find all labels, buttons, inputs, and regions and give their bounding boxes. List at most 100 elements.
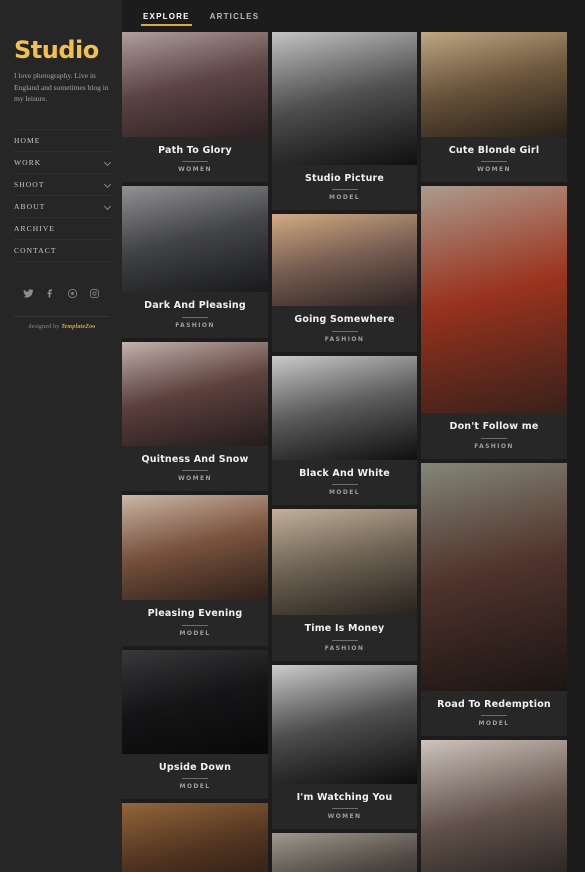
gallery-photo[interactable] xyxy=(272,509,417,616)
gallery-caption: Pleasing Evening MODEL xyxy=(122,600,268,646)
gallery-category[interactable]: MODEL xyxy=(126,783,264,790)
gallery-caption: Studio Picture MODEL xyxy=(272,165,417,211)
gallery-card[interactable]: Going Somewhere FASHION xyxy=(272,214,417,352)
gallery-photo[interactable] xyxy=(122,341,268,446)
gallery-column-2: Studio Picture MODEL Going Somewhere FASHIO… xyxy=(272,32,417,872)
gallery-photo[interactable] xyxy=(272,664,417,784)
gallery-category[interactable]: MODEL xyxy=(126,630,264,637)
gallery-caption: Cute Blonde Girl WOMEN xyxy=(421,137,567,183)
nav-item-archive[interactable]: ARCHIVE xyxy=(14,218,112,240)
nav-item-home[interactable]: HOME xyxy=(14,128,112,152)
design-credit: designed by TemplateZoo xyxy=(14,317,110,330)
gallery-category[interactable]: WOMEN xyxy=(126,475,264,482)
gallery-photo[interactable] xyxy=(122,495,268,601)
site-tagline: I love photography. Live in England and … xyxy=(14,71,109,104)
gallery-caption: Road To Redemption MODEL xyxy=(421,690,567,737)
nav-item-label: HOME xyxy=(14,135,41,145)
gallery-column-1: Path To Glory WOMEN Dark And Pleasing FASHI… xyxy=(122,32,268,872)
gallery-card[interactable]: Waiting For You xyxy=(272,832,417,872)
gallery-photo[interactable] xyxy=(421,462,567,691)
gallery-category[interactable]: WOMEN xyxy=(425,166,563,173)
gallery-caption: Time Is Money FASHION xyxy=(272,615,417,661)
gallery-category[interactable]: FASHION xyxy=(425,443,563,450)
nav-item-about[interactable]: ABOUT xyxy=(14,196,112,218)
gallery-caption: Black And White MODEL xyxy=(272,459,417,506)
nav-item-contact[interactable]: CONTACT xyxy=(14,240,112,262)
gallery-category[interactable]: WOMEN xyxy=(276,813,413,820)
gallery-card[interactable]: Dark And Pleasing FASHION xyxy=(122,186,268,338)
gallery-category[interactable]: MODEL xyxy=(425,720,563,727)
caption-divider xyxy=(481,715,507,717)
gallery-title: Going Somewhere xyxy=(294,314,395,326)
gallery-title: Upside Down xyxy=(158,761,232,773)
gallery-card[interactable]: Pleasing Evening MODEL xyxy=(122,495,268,646)
gallery-title: Path To Glory xyxy=(158,145,232,156)
photo-gallery: Path To Glory WOMEN Dark And Pleasing FASHI… xyxy=(122,32,585,872)
instagram-icon[interactable] xyxy=(88,288,100,300)
gallery-category[interactable]: WOMEN xyxy=(126,166,264,173)
gallery-card[interactable]: I'm Watching You WOMEN xyxy=(272,664,417,829)
gallery-caption: Going Somewhere FASHION xyxy=(272,306,417,352)
caption-divider xyxy=(331,807,358,809)
gallery-caption: I'm Watching You WOMEN xyxy=(272,783,417,829)
caption-divider xyxy=(182,777,208,779)
facebook-icon[interactable] xyxy=(44,288,56,300)
gallery-photo[interactable] xyxy=(421,740,567,872)
gallery-title: I'm Watching You xyxy=(296,791,393,803)
caption-divider xyxy=(481,161,507,163)
gallery-title: Dark And Pleasing xyxy=(144,300,246,312)
gallery-card[interactable]: Upside Down MODEL xyxy=(122,649,268,799)
caption-divider xyxy=(331,330,358,332)
nav-item-shoot[interactable]: SHOOT xyxy=(14,174,112,196)
gallery-card[interactable]: Quitness And Snow WOMEN xyxy=(122,341,268,492)
gallery-caption: Don't Follow me FASHION xyxy=(421,413,567,459)
gallery-photo[interactable] xyxy=(272,214,417,307)
gallery-title: Studio Picture xyxy=(304,173,385,184)
site-logo[interactable]: Studio xyxy=(0,38,122,62)
gallery-card[interactable]: Brown Field In AutumnFASHION xyxy=(122,802,268,872)
gallery-photo[interactable] xyxy=(272,32,417,165)
design-credit-brand[interactable]: TemplateZoo xyxy=(61,324,95,330)
gallery-photo[interactable] xyxy=(421,32,567,137)
gallery-title: Don't Follow me xyxy=(449,421,539,433)
gallery-category[interactable]: FASHION xyxy=(276,645,413,652)
gallery-photo[interactable] xyxy=(272,832,417,872)
nav-item-label: ARCHIVE xyxy=(14,223,56,233)
nav-item-label: CONTACT xyxy=(14,245,57,255)
tab-explore[interactable]: EXPLORE xyxy=(133,6,200,27)
caption-divider xyxy=(182,624,208,626)
nav-item-work[interactable]: WORK xyxy=(14,152,112,174)
gallery-card[interactable]: Time Is Money FASHION xyxy=(272,509,417,661)
tab-articles[interactable]: ARTICLES xyxy=(200,6,270,27)
nav-item-label: ABOUT xyxy=(14,201,46,211)
nav-item-label: WORK xyxy=(14,157,42,167)
social-links xyxy=(0,288,122,300)
google-plus-icon[interactable] xyxy=(66,288,78,300)
twitter-icon[interactable] xyxy=(22,288,34,300)
chevron-down-icon xyxy=(105,203,112,210)
gallery-photo[interactable] xyxy=(122,649,268,754)
gallery-photo[interactable] xyxy=(272,355,417,460)
caption-divider xyxy=(182,470,208,472)
chevron-down-icon xyxy=(105,159,112,166)
gallery-category[interactable]: MODEL xyxy=(276,489,413,496)
gallery-category[interactable]: MODEL xyxy=(276,194,413,201)
caption-divider xyxy=(182,161,208,163)
caption-divider xyxy=(331,484,358,486)
gallery-title: Time Is Money xyxy=(304,623,385,635)
gallery-category[interactable]: FASHION xyxy=(276,336,413,343)
nav-item-label: SHOOT xyxy=(14,179,45,189)
gallery-card[interactable]: Don't Follow me FASHION xyxy=(421,186,567,459)
gallery-card[interactable]: Studio Picture MODEL xyxy=(272,32,417,211)
gallery-photo[interactable] xyxy=(122,186,268,293)
gallery-card[interactable]: Path To Glory WOMEN xyxy=(122,32,268,183)
gallery-card[interactable]: Cute Blonde Girl WOMEN xyxy=(421,32,567,183)
gallery-photo[interactable] xyxy=(122,802,268,872)
gallery-card[interactable]: Road To Redemption MODEL xyxy=(421,462,567,737)
gallery-category[interactable]: FASHION xyxy=(126,322,264,329)
gallery-card[interactable] xyxy=(421,740,567,872)
gallery-photo[interactable] xyxy=(421,186,567,414)
gallery-photo[interactable] xyxy=(122,32,268,137)
gallery-card[interactable]: Black And White MODEL xyxy=(272,355,417,506)
gallery-title: Cute Blonde Girl xyxy=(448,145,540,156)
